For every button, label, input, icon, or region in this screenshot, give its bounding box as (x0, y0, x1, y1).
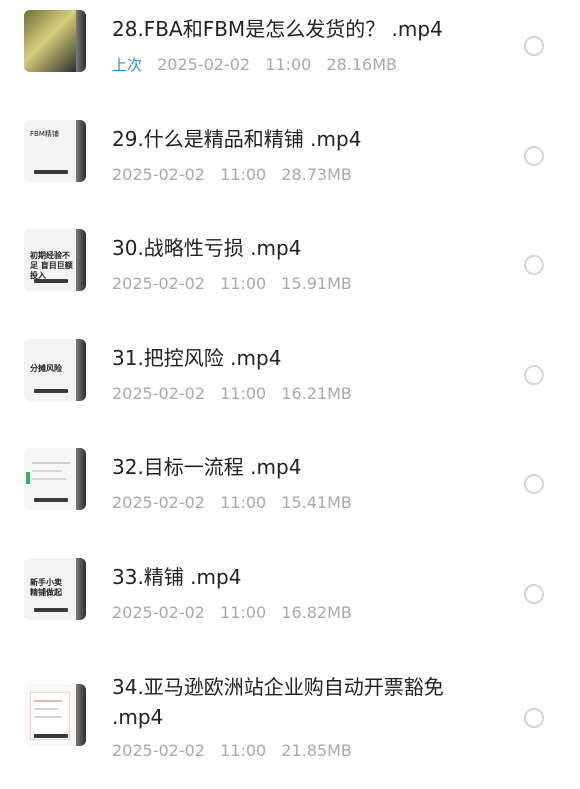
list-item[interactable]: 28.FBA和FBM是怎么发货的？ .mp4 上次 2025-02-02 11:… (0, 0, 580, 110)
list-item[interactable]: 分摊风险 31.把控风险 .mp4 2025-02-02 11:00 16.21… (0, 329, 580, 439)
file-title[interactable]: 34.亚马逊欧洲站企业购自动开票豁免 .mp4 (112, 672, 492, 732)
select-radio[interactable] (524, 584, 544, 604)
file-title[interactable]: 30.战略性亏损 .mp4 (112, 234, 301, 262)
file-size: 15.91MB (281, 274, 352, 293)
file-size: 16.82MB (281, 603, 352, 622)
file-date: 2025-02-02 (112, 384, 205, 403)
video-thumbnail (24, 684, 86, 746)
file-time: 11:00 (265, 55, 312, 74)
list-item[interactable]: 34.亚马逊欧洲站企业购自动开票豁免 .mp4 2025-02-02 11:00… (0, 660, 580, 789)
thumbnail-caption: 新手小卖 精铺做起 (30, 578, 62, 597)
file-title[interactable]: 32.目标一流程 .mp4 (112, 453, 301, 481)
select-radio[interactable] (524, 146, 544, 166)
video-thumbnail (24, 448, 86, 510)
file-time: 11:00 (220, 603, 267, 622)
file-size: 16.21MB (281, 384, 352, 403)
file-date: 2025-02-02 (112, 274, 205, 293)
file-meta: 2025-02-02 11:00 28.73MB (112, 164, 362, 186)
file-meta: 2025-02-02 11:00 21.85MB (112, 740, 362, 762)
file-meta: 2025-02-02 11:00 16.82MB (112, 602, 362, 624)
select-radio[interactable] (524, 474, 544, 494)
file-time: 11:00 (220, 384, 267, 403)
select-radio[interactable] (524, 36, 544, 56)
file-title[interactable]: 29.什么是精品和精铺 .mp4 (112, 125, 361, 153)
select-radio[interactable] (524, 708, 544, 728)
file-meta: 2025-02-02 11:00 15.91MB (112, 273, 362, 295)
select-radio[interactable] (524, 365, 544, 385)
last-viewed-badge: 上次 (112, 56, 143, 74)
list-item[interactable]: FBM精铺 29.什么是精品和精铺 .mp4 2025-02-02 11:00 … (0, 110, 580, 220)
thumbnail-caption: 初期经验不足 盲目巨额投入 (30, 251, 73, 280)
file-size: 15.41MB (281, 493, 352, 512)
file-meta: 2025-02-02 11:00 16.21MB (112, 383, 362, 405)
file-date: 2025-02-02 (112, 603, 205, 622)
thumbnail-caption: FBM精铺 (30, 130, 59, 138)
file-time: 11:00 (220, 274, 267, 293)
file-title[interactable]: 28.FBA和FBM是怎么发货的？ .mp4 (112, 15, 443, 43)
select-radio[interactable] (524, 255, 544, 275)
file-meta: 2025-02-02 11:00 15.41MB (112, 492, 362, 514)
file-title[interactable]: 33.精铺 .mp4 (112, 563, 241, 591)
video-thumbnail: 新手小卖 精铺做起 (24, 558, 86, 620)
file-date: 2025-02-02 (112, 741, 205, 760)
list-item[interactable]: 32.目标一流程 .mp4 2025-02-02 11:00 15.41MB (0, 438, 580, 548)
video-thumbnail: 初期经验不足 盲目巨额投入 (24, 229, 86, 291)
video-thumbnail (24, 10, 86, 72)
thumbnail-caption: 分摊风险 (30, 364, 62, 373)
file-title[interactable]: 31.把控风险 .mp4 (112, 344, 281, 372)
file-size: 28.73MB (281, 165, 352, 184)
file-time: 11:00 (220, 493, 267, 512)
file-time: 11:00 (220, 741, 267, 760)
video-thumbnail: 分摊风险 (24, 339, 86, 401)
file-date: 2025-02-02 (112, 165, 205, 184)
file-meta: 上次 2025-02-02 11:00 28.16MB (112, 54, 407, 76)
file-size: 21.85MB (281, 741, 352, 760)
file-date: 2025-02-02 (112, 493, 205, 512)
file-size: 28.16MB (326, 55, 397, 74)
video-thumbnail: FBM精铺 (24, 120, 86, 182)
file-list: 28.FBA和FBM是怎么发货的？ .mp4 上次 2025-02-02 11:… (0, 0, 580, 789)
list-item[interactable]: 初期经验不足 盲目巨额投入 30.战略性亏损 .mp4 2025-02-02 1… (0, 219, 580, 329)
list-item[interactable]: 新手小卖 精铺做起 33.精铺 .mp4 2025-02-02 11:00 16… (0, 548, 580, 658)
file-date: 2025-02-02 (157, 55, 251, 74)
file-time: 11:00 (220, 165, 267, 184)
